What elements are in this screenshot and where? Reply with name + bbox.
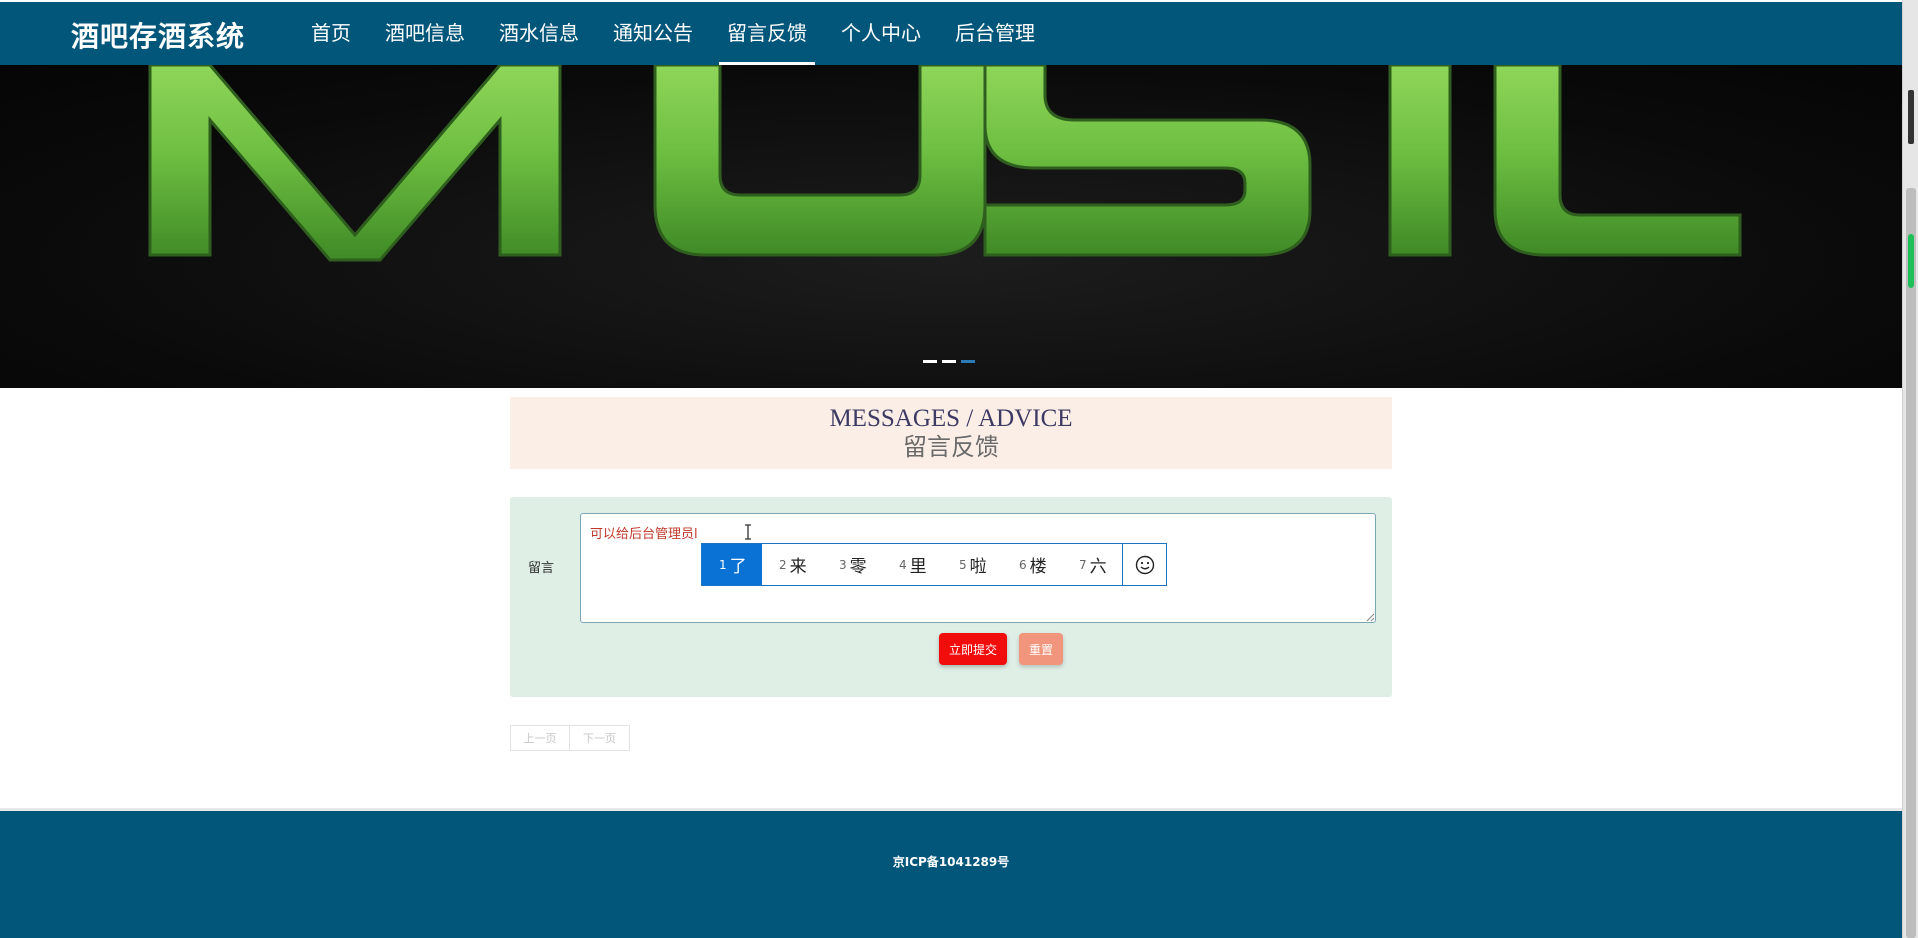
ime-candidate-number: 6 (1019, 557, 1027, 572)
ime-candidate-text: 了 (729, 557, 747, 577)
scrollbar-thumb[interactable] (1906, 188, 1916, 938)
nav-item-admin[interactable]: 后台管理 (938, 2, 1052, 65)
banner-music-artwork (148, 65, 1742, 262)
footer-icp: 京ICP备1041289号 (892, 855, 1010, 869)
ime-candidate-number: 2 (779, 557, 787, 572)
hero-banner (0, 65, 1902, 388)
nav-item-notices[interactable]: 通知公告 (596, 2, 710, 65)
nav-item-feedback[interactable]: 留言反馈 (710, 2, 824, 65)
ime-candidate-text: 六 (1089, 557, 1107, 577)
prev-page-button[interactable]: 上一页 (510, 725, 570, 751)
banner-letter-i (1388, 65, 1452, 257)
ime-candidate-2[interactable]: 2 来 (762, 544, 822, 585)
ime-candidate-bar: 1 了 2 来 3 零 4 里 5 啦 6 楼 7 六 (701, 543, 1167, 586)
vertical-scrollbar[interactable] (1902, 0, 1918, 938)
ime-candidate-7[interactable]: 7 六 (1062, 544, 1122, 585)
message-label: 留言 (528, 561, 555, 576)
banner-letter-u (653, 65, 987, 257)
main-nav: 首页 酒吧信息 酒水信息 通知公告 留言反馈 个人中心 后台管理 (294, 2, 1052, 65)
ime-candidate-number: 5 (959, 557, 967, 572)
ime-candidate-6[interactable]: 6 楼 (1002, 544, 1062, 585)
nav-item-drinks-info[interactable]: 酒水信息 (482, 2, 596, 65)
ime-candidate-number: 1 (719, 557, 727, 572)
nav-item-profile[interactable]: 个人中心 (824, 2, 938, 65)
ime-candidate-4[interactable]: 4 里 (882, 544, 942, 585)
banner-letter-s (983, 65, 1312, 257)
top-navbar: 酒吧存酒系统 首页 酒吧信息 酒水信息 通知公告 留言反馈 个人中心 后台管理 (0, 2, 1902, 65)
ime-candidate-3[interactable]: 3 零 (822, 544, 882, 585)
ime-candidate-text: 里 (909, 557, 927, 577)
resize-grip-icon[interactable] (1365, 612, 1375, 622)
reset-button[interactable]: 重置 (1019, 633, 1063, 665)
ime-emoji-button[interactable] (1122, 544, 1166, 585)
pagination: 上一页 下一页 (510, 725, 630, 751)
carousel-dot-1[interactable] (923, 360, 937, 363)
ime-candidate-text: 零 (849, 557, 867, 577)
site-brand[interactable]: 酒吧存酒系统 (71, 15, 245, 55)
nav-item-bar-info[interactable]: 酒吧信息 (368, 2, 482, 65)
ime-candidate-number: 7 (1079, 557, 1087, 572)
banner-letter-m (148, 65, 562, 262)
scrollbar-highlight (1908, 234, 1914, 288)
ime-candidate-text: 来 (789, 557, 807, 577)
ime-candidate-number: 4 (899, 557, 907, 572)
feedback-form: 留言 立即提交 重置 (510, 497, 1392, 697)
section-title-en: MESSAGES / ADVICE (829, 405, 1073, 432)
section-title-cn: 留言反馈 (903, 435, 999, 461)
carousel-dots (923, 360, 975, 363)
text-cursor-icon (745, 524, 751, 540)
ime-candidate-number: 3 (839, 557, 847, 572)
ime-candidate-text: 啦 (969, 557, 987, 577)
site-footer: 京ICP备1041289号 (0, 808, 1902, 938)
smiley-icon (1135, 555, 1154, 574)
ime-candidate-5[interactable]: 5 啦 (942, 544, 1002, 585)
ime-candidate-1[interactable]: 1 了 (702, 544, 762, 585)
banner-letter-c (1493, 65, 1742, 257)
scrollbar-marker (1908, 90, 1914, 144)
nav-item-home[interactable]: 首页 (294, 2, 368, 65)
next-page-button[interactable]: 下一页 (570, 725, 630, 751)
carousel-dot-3[interactable] (961, 360, 975, 363)
page: 酒吧存酒系统 首页 酒吧信息 酒水信息 通知公告 留言反馈 个人中心 后台管理 (0, 0, 1918, 938)
carousel-dot-2[interactable] (942, 360, 956, 363)
section-title-box: MESSAGES / ADVICE 留言反馈 (510, 397, 1392, 469)
ime-candidate-text: 楼 (1029, 557, 1047, 577)
submit-button[interactable]: 立即提交 (939, 633, 1007, 665)
